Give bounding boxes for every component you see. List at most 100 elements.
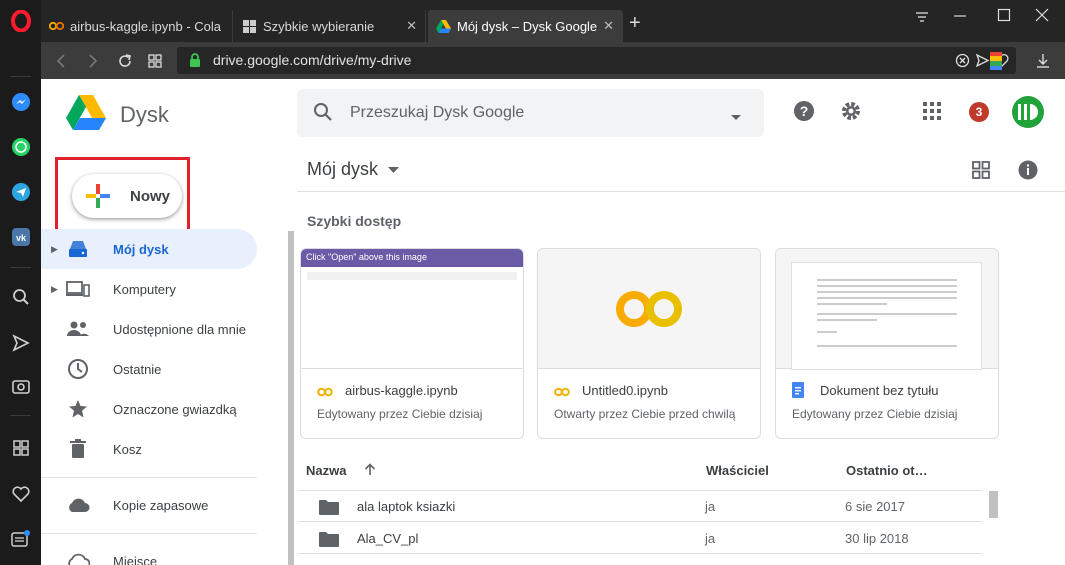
table-row[interactable]: ala laptok ksiazki ja 6 sie 2017 [298, 491, 982, 522]
telegram-icon[interactable] [8, 179, 33, 204]
column-modified-header[interactable]: Ostatnio ot… [846, 463, 928, 478]
colab-icon [317, 384, 333, 398]
drive-icon [436, 19, 451, 34]
folder-icon [319, 499, 339, 520]
tab-speed-dial[interactable]: Szybkie wybieranie ✕ [234, 10, 426, 42]
breadcrumb[interactable]: Mój dysk [307, 159, 400, 180]
sort-arrow-up-icon[interactable] [364, 463, 376, 479]
table-row[interactable]: Ala_CV_pl ja 30 lip 2018 [298, 523, 982, 554]
forward-button[interactable] [83, 51, 103, 71]
messenger-icon[interactable] [8, 89, 33, 114]
plus-icon [86, 184, 110, 213]
nav-label: Miejsce [113, 553, 158, 565]
search-input[interactable]: Przeszukaj Dysk Google [297, 89, 764, 137]
apps-grid-icon[interactable] [920, 99, 944, 123]
nav-item-shared[interactable]: Udostępnione dla mnie [41, 309, 257, 349]
main-scrollbar[interactable] [989, 491, 998, 518]
opera-logo-icon[interactable] [8, 8, 33, 33]
svg-text:?: ? [800, 103, 809, 119]
send-icon[interactable] [8, 330, 33, 355]
new-tab-button[interactable]: + [629, 13, 641, 33]
left-scrollbar[interactable] [288, 231, 294, 565]
chevron-down-icon [388, 161, 400, 179]
vk-icon[interactable]: vk [8, 224, 33, 249]
file-modified: 6 sie 2017 [845, 499, 905, 514]
thumbnail-banner: Click "Open" above this image [301, 249, 523, 267]
nav-item-recent[interactable]: Ostatnie [41, 349, 257, 389]
expand-caret-icon[interactable]: ▶ [51, 284, 58, 295]
expand-caret-icon[interactable]: ▶ [51, 244, 58, 255]
nav-item-computers[interactable]: ▶ Komputery [41, 269, 257, 309]
header-divider [297, 191, 1065, 192]
extension-icon[interactable] [986, 51, 1006, 71]
lock-icon [189, 53, 201, 73]
close-icon[interactable]: ✕ [406, 18, 417, 34]
maximize-button[interactable] [997, 8, 1011, 25]
close-icon[interactable]: ✕ [603, 18, 614, 34]
avatar[interactable] [1012, 96, 1044, 128]
settings-gear-icon[interactable] [839, 99, 863, 123]
divider [10, 76, 31, 77]
tab-strip: airbus-kaggle.ipynb - Cola Szybkie wybie… [41, 0, 1065, 42]
file-subtitle: Edytowany przez Ciebie dzisiaj [792, 407, 958, 421]
nav-item-storage[interactable]: Miejsce [41, 541, 257, 565]
speed-dial-button[interactable] [145, 51, 165, 71]
colab-logo-icon [615, 289, 683, 334]
column-name-header[interactable]: Nazwa [306, 463, 376, 479]
column-label: Nazwa [306, 463, 347, 478]
nav-divider [41, 533, 257, 534]
my-drive-icon [66, 237, 90, 261]
search-placeholder: Przeszukaj Dysk Google [350, 104, 525, 121]
back-button[interactable] [51, 51, 71, 71]
help-icon[interactable]: ? [792, 99, 816, 123]
speed-dial-icon [242, 19, 257, 34]
info-icon[interactable] [1016, 158, 1040, 182]
nav-item-backups[interactable]: Kopie zapasowe [41, 485, 257, 525]
tracker-blocker-icon[interactable] [955, 53, 970, 73]
google-docs-icon [792, 382, 804, 398]
search-icon[interactable] [8, 284, 33, 309]
heart-icon[interactable] [8, 481, 33, 506]
column-owner-header[interactable]: Właściciel [706, 463, 769, 478]
notifications-badge[interactable]: 3 [969, 102, 989, 122]
drive-logo[interactable]: Dysk [66, 95, 169, 135]
drive-app: Dysk Przeszukaj Dysk Google ? 3 Nowy ▶ M… [41, 79, 1065, 565]
file-owner: ja [705, 531, 716, 546]
file-name: airbus-kaggle.ipynb [345, 383, 458, 398]
url-field[interactable]: drive.google.com/drive/my-drive [177, 47, 1016, 74]
close-window-button[interactable] [1035, 8, 1049, 25]
new-button[interactable]: Nowy [72, 174, 182, 218]
quick-access-card[interactable]: Click "Open" above this image airbus-kag… [300, 248, 524, 439]
clock-icon [66, 357, 90, 381]
search-options-icon[interactable] [730, 109, 742, 127]
whatsapp-icon[interactable] [8, 134, 33, 159]
reload-button[interactable] [115, 51, 135, 71]
nav-label: Komputery [113, 281, 176, 297]
minimize-button[interactable] [953, 8, 967, 25]
tab-drive[interactable]: Mój dysk – Dysk Google ✕ [428, 10, 623, 42]
computers-icon [66, 277, 90, 301]
download-icon[interactable] [1033, 51, 1053, 71]
nav-item-starred[interactable]: Oznaczone gwiazdką [41, 389, 257, 429]
camera-icon[interactable] [8, 373, 33, 398]
document-preview [791, 262, 982, 370]
tab-menu-icon[interactable] [914, 10, 930, 27]
folder-icon [319, 531, 339, 552]
news-icon[interactable] [8, 526, 33, 551]
file-modified: 30 lip 2018 [845, 531, 909, 546]
quick-access-card[interactable]: Dokument bez tytułu Edytowany przez Cieb… [775, 248, 999, 439]
nav-item-my-drive[interactable]: ▶ Mój dysk [41, 229, 257, 269]
search-icon[interactable] [313, 102, 333, 127]
quick-access-title: Szybki dostęp [307, 213, 402, 229]
grid-view-icon[interactable] [969, 158, 993, 182]
tab-colab[interactable]: airbus-kaggle.ipynb - Cola [41, 10, 233, 42]
file-name: Untitled0.ipynb [582, 383, 668, 398]
nav-label: Kopie zapasowe [113, 497, 209, 513]
nav-item-trash[interactable]: Kosz [41, 429, 257, 469]
divider [10, 415, 31, 416]
speed-dial-icon[interactable] [8, 435, 33, 460]
address-bar-row: drive.google.com/drive/my-drive [41, 42, 1065, 79]
nav-label: Oznaczone gwiazdką [113, 401, 237, 417]
quick-access-card[interactable]: Untitled0.ipynb Otwarty przez Ciebie prz… [537, 248, 761, 439]
file-thumbnail [538, 249, 760, 369]
